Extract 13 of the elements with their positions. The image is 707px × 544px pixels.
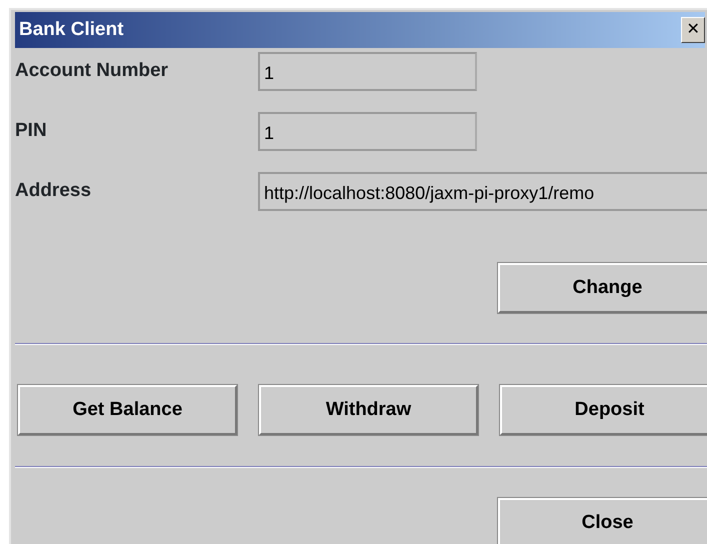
- field-label: Address: [15, 178, 92, 203]
- window-title: Bank Client: [19, 18, 124, 42]
- change-button[interactable]: Change: [498, 263, 707, 313]
- action-button[interactable]: Withdraw: [259, 385, 478, 435]
- input-field[interactable]: 1: [258, 112, 477, 150]
- close-button[interactable]: Close: [498, 498, 707, 544]
- input-field[interactable]: 1: [258, 52, 477, 90]
- action-button[interactable]: Deposit: [500, 385, 707, 435]
- action-button[interactable]: Get Balance: [18, 385, 237, 435]
- field-label: Account Number: [15, 58, 170, 83]
- close-button[interactable]: ✕: [681, 17, 705, 43]
- field-label: PIN: [15, 118, 48, 143]
- input-field[interactable]: http://localhost:8080/jaxm-pi-proxy1/remo: [258, 172, 707, 210]
